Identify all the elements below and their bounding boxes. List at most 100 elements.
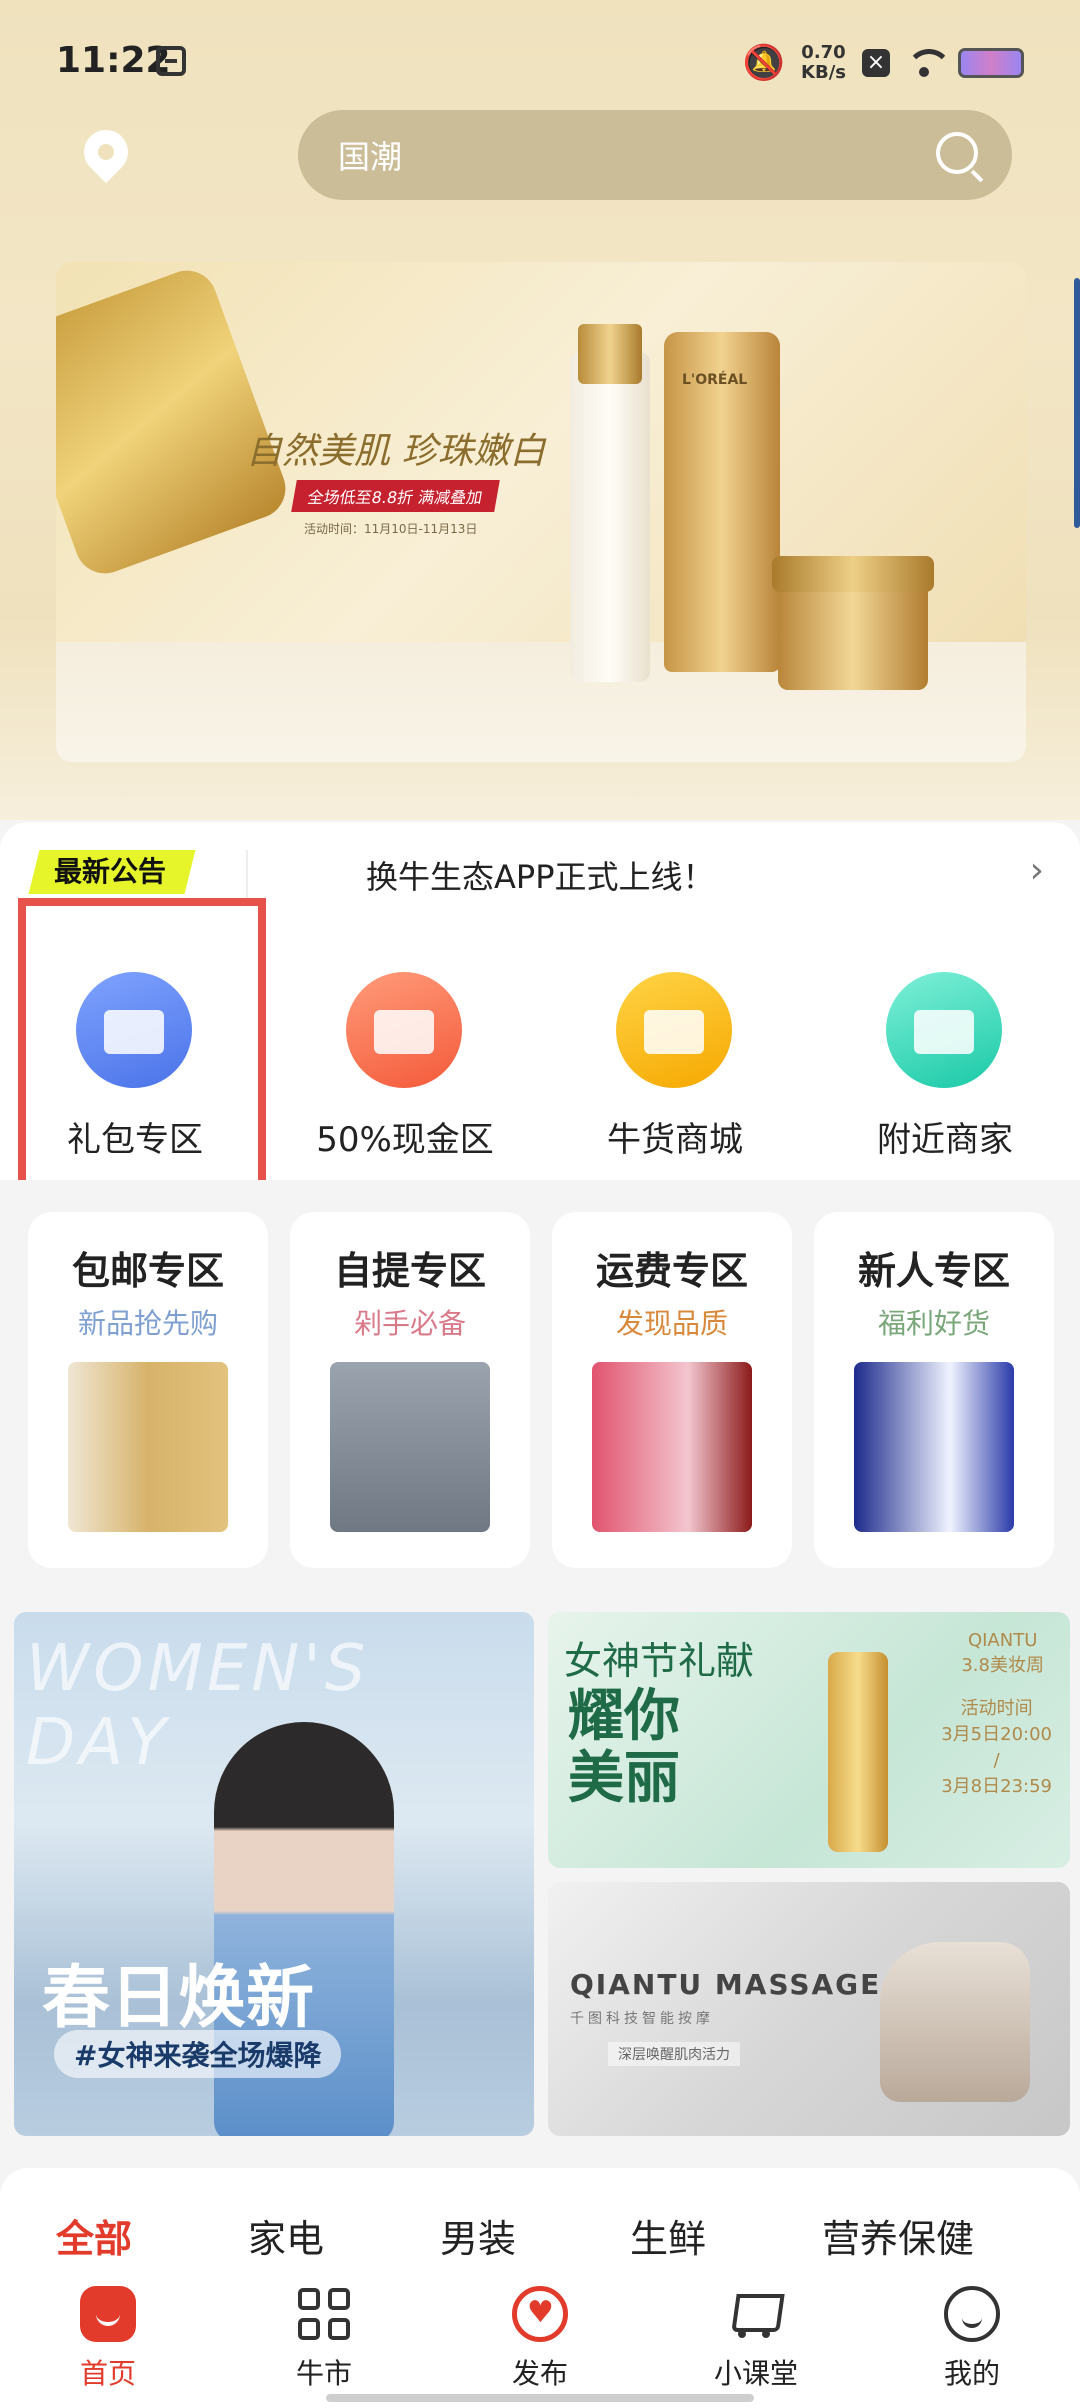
banner-scroll-indicator <box>1074 278 1080 528</box>
network-speed-value: 0.70 <box>801 42 846 63</box>
promo-banner[interactable]: 自然美肌 珍珠嫩白 全场低至8.8折 满减叠加 活动时间：11月10日-11月1… <box>56 262 1026 762</box>
nav-label: 我的 <box>943 2357 1000 2390</box>
zone-subtitle: 剁手必备 <box>353 1307 466 1340</box>
promo-line1: 女神节礼献 <box>564 1639 755 1683</box>
search-bar[interactable]: 国潮 <box>298 110 1012 200</box>
zone-card-free-shipping[interactable]: 包邮专区 新品抢先购 <box>28 1212 268 1568</box>
status-bar: 11:22 🔕 0.70 KB/s × <box>0 0 1080 120</box>
profile-icon <box>944 2286 1000 2342</box>
zone-title: 运费专区 <box>595 1249 748 1293</box>
home-indicator[interactable] <box>326 2394 754 2402</box>
divider <box>246 850 248 900</box>
promo-massage[interactable]: QIANTU MASSAGE 千图科技智能按摩 深层唤醒肌肉活力 <box>548 1882 1070 2136</box>
mute-bell-icon: 🔕 <box>742 43 786 83</box>
zone-subtitle: 新品抢先购 <box>77 1307 218 1340</box>
promo-date-sep: / <box>993 1750 1000 1771</box>
product-bottle-image <box>570 324 650 682</box>
zone-title: 包邮专区 <box>71 1249 224 1293</box>
promo-brand: QIANTU 3.8美妆周 <box>961 1630 1044 1677</box>
nav-label: 牛市 <box>295 2357 352 2390</box>
header-area: 11:22 🔕 0.70 KB/s × 国潮 自然美肌 珍珠嫩白 全场低至8.8… <box>0 0 1080 820</box>
category-label: 50%现金区 <box>316 1120 494 1160</box>
banner-discount-tag: 全场低至8.8折 满减叠加 <box>291 480 500 512</box>
zone-card-newcomer[interactable]: 新人专区 福利好货 <box>814 1212 1054 1568</box>
category-label: 附近商家 <box>877 1120 1013 1160</box>
tab-fresh[interactable]: 生鲜 <box>630 2208 706 2263</box>
zone-title: 自提专区 <box>333 1249 486 1293</box>
basket-icon <box>616 972 732 1088</box>
tab-appliances[interactable]: 家电 <box>248 2208 324 2263</box>
coupon-icon <box>346 972 462 1088</box>
category-cash-zone[interactable]: 50%现金区 <box>270 932 540 1180</box>
location-icon[interactable] <box>74 120 138 184</box>
product-tube-image: L'ORÉAL <box>664 332 780 672</box>
promo-event: 3.8美妆周 <box>961 1655 1044 1676</box>
bottom-nav: 首页 牛市 发布 小课堂 我的 <box>0 2272 1080 2408</box>
zone-product-image <box>330 1362 490 1532</box>
promo-headline: 春日焕新 <box>42 1959 315 2038</box>
promo-goddess-festival[interactable]: 女神节礼献 耀你美丽 QIANTU 3.8美妆周 活动时间 3月5日20:00 … <box>548 1612 1070 1868</box>
zone-subtitle: 发现品质 <box>615 1307 728 1340</box>
category-tabs: 全部 家电 男装 生鲜 营养保健 <box>0 2168 1080 2272</box>
zone-card-shipping-fee[interactable]: 运费专区 发现品质 <box>552 1212 792 1568</box>
nav-profile[interactable]: 我的 <box>892 2286 1052 2392</box>
promo-date-label: 活动时间 <box>960 1698 1033 1719</box>
notice-text: 换牛生态APP正式上线！ <box>366 858 715 896</box>
promo-tag: #女神来袭全场爆降 <box>54 2030 342 2078</box>
promo-line2: 耀你美丽 <box>568 1684 680 1811</box>
product-brand-label: L'ORÉAL <box>682 372 748 388</box>
zone-title: 新人专区 <box>857 1249 1010 1293</box>
zone-subtitle: 福利好货 <box>877 1307 990 1340</box>
promo-dates: 活动时间 3月5日20:00 / 3月8日23:59 <box>941 1696 1052 1800</box>
tab-all[interactable]: 全部 <box>56 2208 132 2263</box>
nav-home[interactable]: 首页 <box>28 2286 188 2392</box>
nav-publish[interactable]: 发布 <box>460 2286 620 2392</box>
selection-highlight <box>18 898 266 1208</box>
category-nearby-merchants[interactable]: 附近商家 <box>810 932 1080 1180</box>
home-icon <box>80 2286 136 2342</box>
zone-product-image <box>854 1362 1014 1532</box>
tab-health[interactable]: 营养保健 <box>822 2208 974 2263</box>
search-icon[interactable] <box>936 132 978 174</box>
nav-market[interactable]: 牛市 <box>244 2286 404 2392</box>
product-jar-image <box>772 556 934 690</box>
promo-date-end: 3月8日23:59 <box>941 1776 1052 1797</box>
promo-massage-title: QIANTU MASSAGE <box>570 1968 882 2001</box>
massage-chair-image <box>880 1942 1030 2102</box>
nav-label: 小课堂 <box>713 2357 798 2390</box>
search-placeholder: 国潮 <box>338 138 403 176</box>
zone-cards: 包邮专区 新品抢先购 自提专区 剁手必备 运费专区 发现品质 新人专区 福利好货 <box>0 1180 1080 1600</box>
chevron-right-icon[interactable]: › <box>1030 850 1044 891</box>
category-mall[interactable]: 牛货商城 <box>540 932 810 1180</box>
cart-icon <box>728 2286 784 2342</box>
promo-brand-name: QIANTU <box>967 1630 1038 1651</box>
nav-label: 发布 <box>511 2357 568 2390</box>
publish-icon <box>512 2286 568 2342</box>
category-label: 牛货商城 <box>607 1120 743 1160</box>
nav-label: 首页 <box>79 2357 136 2390</box>
zone-product-image <box>68 1362 228 1532</box>
notice-badge-label: 最新公告 <box>54 855 167 888</box>
promo-date-start: 3月5日20:00 <box>941 1724 1052 1745</box>
serum-bottle-image <box>828 1652 888 1852</box>
network-speed: 0.70 KB/s <box>801 43 846 83</box>
notification-icon <box>156 46 186 76</box>
promo-massage-tagline: 深层唤醒肌肉活力 <box>608 2042 740 2066</box>
zone-product-image <box>592 1362 752 1532</box>
network-speed-unit: KB/s <box>801 62 846 83</box>
close-notification-icon: × <box>862 49 890 77</box>
status-time: 11:22 <box>56 40 171 81</box>
grid-icon <box>296 2286 352 2342</box>
status-icons: 🔕 0.70 KB/s × <box>743 38 1024 88</box>
promo-massage-subtitle: 千图科技智能按摩 <box>570 2011 714 2027</box>
store-icon <box>886 972 1002 1088</box>
tab-menswear[interactable]: 男装 <box>440 2208 516 2263</box>
banner-date: 活动时间：11月10日-11月13日 <box>304 522 478 536</box>
zone-card-self-pickup[interactable]: 自提专区 剁手必备 <box>290 1212 530 1568</box>
app-screen: 11:22 🔕 0.70 KB/s × 国潮 自然美肌 珍珠嫩白 全场低至8.8… <box>0 0 1080 2408</box>
notice-badge: 最新公告 <box>28 850 196 894</box>
banner-headline: 自然美肌 珍珠嫩白 <box>246 431 546 472</box>
nav-classroom[interactable]: 小课堂 <box>676 2286 836 2392</box>
promo-womens-day[interactable]: WOMEN'S DAY 春日焕新 #女神来袭全场爆降 <box>14 1612 534 2136</box>
wifi-icon <box>906 49 952 77</box>
